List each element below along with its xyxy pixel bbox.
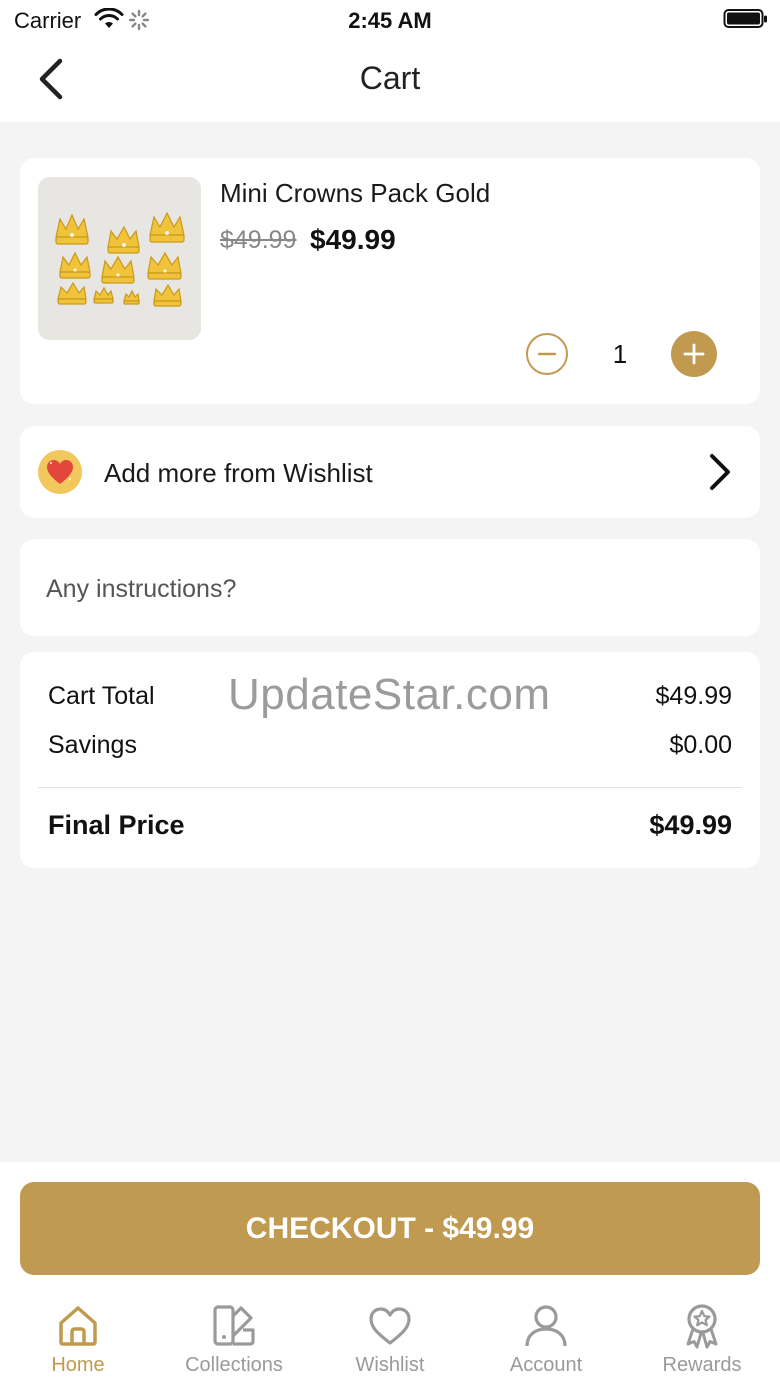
tab-wishlist[interactable]: Wishlist — [312, 1302, 468, 1387]
tab-home-label: Home — [51, 1354, 105, 1376]
tab-account[interactable]: Account — [468, 1302, 624, 1387]
cart-item-card: Mini Crowns Pack Gold $49.99 $49.99 1 — [20, 158, 760, 404]
wishlist-heart-icon — [38, 450, 82, 494]
battery-icon — [723, 8, 769, 35]
navigation-bar: Cart — [0, 40, 780, 122]
order-summary-card: Cart Total UpdateStar.com $49.99 Savings… — [20, 652, 760, 868]
cart-total-label: Cart Total — [48, 682, 155, 710]
decrease-quantity-button[interactable] — [526, 333, 568, 375]
product-name[interactable]: Mini Crowns Pack Gold — [220, 178, 490, 209]
collections-icon — [213, 1305, 255, 1346]
status-bar: Carrier 2:45 AM — [0, 0, 780, 40]
final-price-label: Final Price — [48, 810, 185, 840]
bottom-bar: CHECKOUT - $49.99 Home Collections Wishl… — [0, 1162, 780, 1387]
plus-icon — [683, 343, 705, 365]
wishlist-row-label: Add more from Wishlist — [104, 458, 373, 488]
summary-divider — [38, 787, 742, 788]
tab-account-label: Account — [509, 1354, 583, 1376]
tab-collections-label: Collections — [185, 1354, 283, 1376]
current-price: $49.99 — [310, 224, 396, 255]
tab-collections[interactable]: Collections — [156, 1302, 312, 1387]
watermark-text: UpdateStar.com — [228, 670, 551, 719]
product-image[interactable] — [38, 177, 201, 340]
savings-value: $0.00 — [669, 731, 732, 759]
page-title: Cart — [359, 60, 421, 96]
tab-rewards[interactable]: Rewards — [624, 1302, 780, 1387]
add-from-wishlist-row[interactable]: Add more from Wishlist — [20, 426, 760, 518]
instructions-input[interactable] — [46, 569, 736, 609]
home-icon — [59, 1306, 97, 1346]
cart-total-value: $49.99 — [655, 682, 732, 710]
final-price-value: $49.99 — [649, 810, 732, 840]
quantity-value: 1 — [612, 339, 628, 369]
instructions-card — [20, 539, 760, 636]
person-icon — [525, 1305, 567, 1347]
original-price: $49.99 — [220, 226, 297, 254]
tab-wishlist-label: Wishlist — [355, 1354, 425, 1376]
minus-icon — [537, 352, 557, 356]
award-icon — [686, 1304, 718, 1349]
tab-home[interactable]: Home — [0, 1302, 156, 1387]
tab-rewards-label: Rewards — [662, 1354, 742, 1376]
savings-label: Savings — [48, 731, 137, 759]
increase-quantity-button[interactable] — [671, 331, 717, 377]
status-time: 2:45 AM — [348, 8, 432, 33]
checkout-button[interactable]: CHECKOUT - $49.99 — [20, 1182, 760, 1275]
heart-icon — [369, 1307, 411, 1345]
chevron-right-icon — [706, 452, 734, 497]
